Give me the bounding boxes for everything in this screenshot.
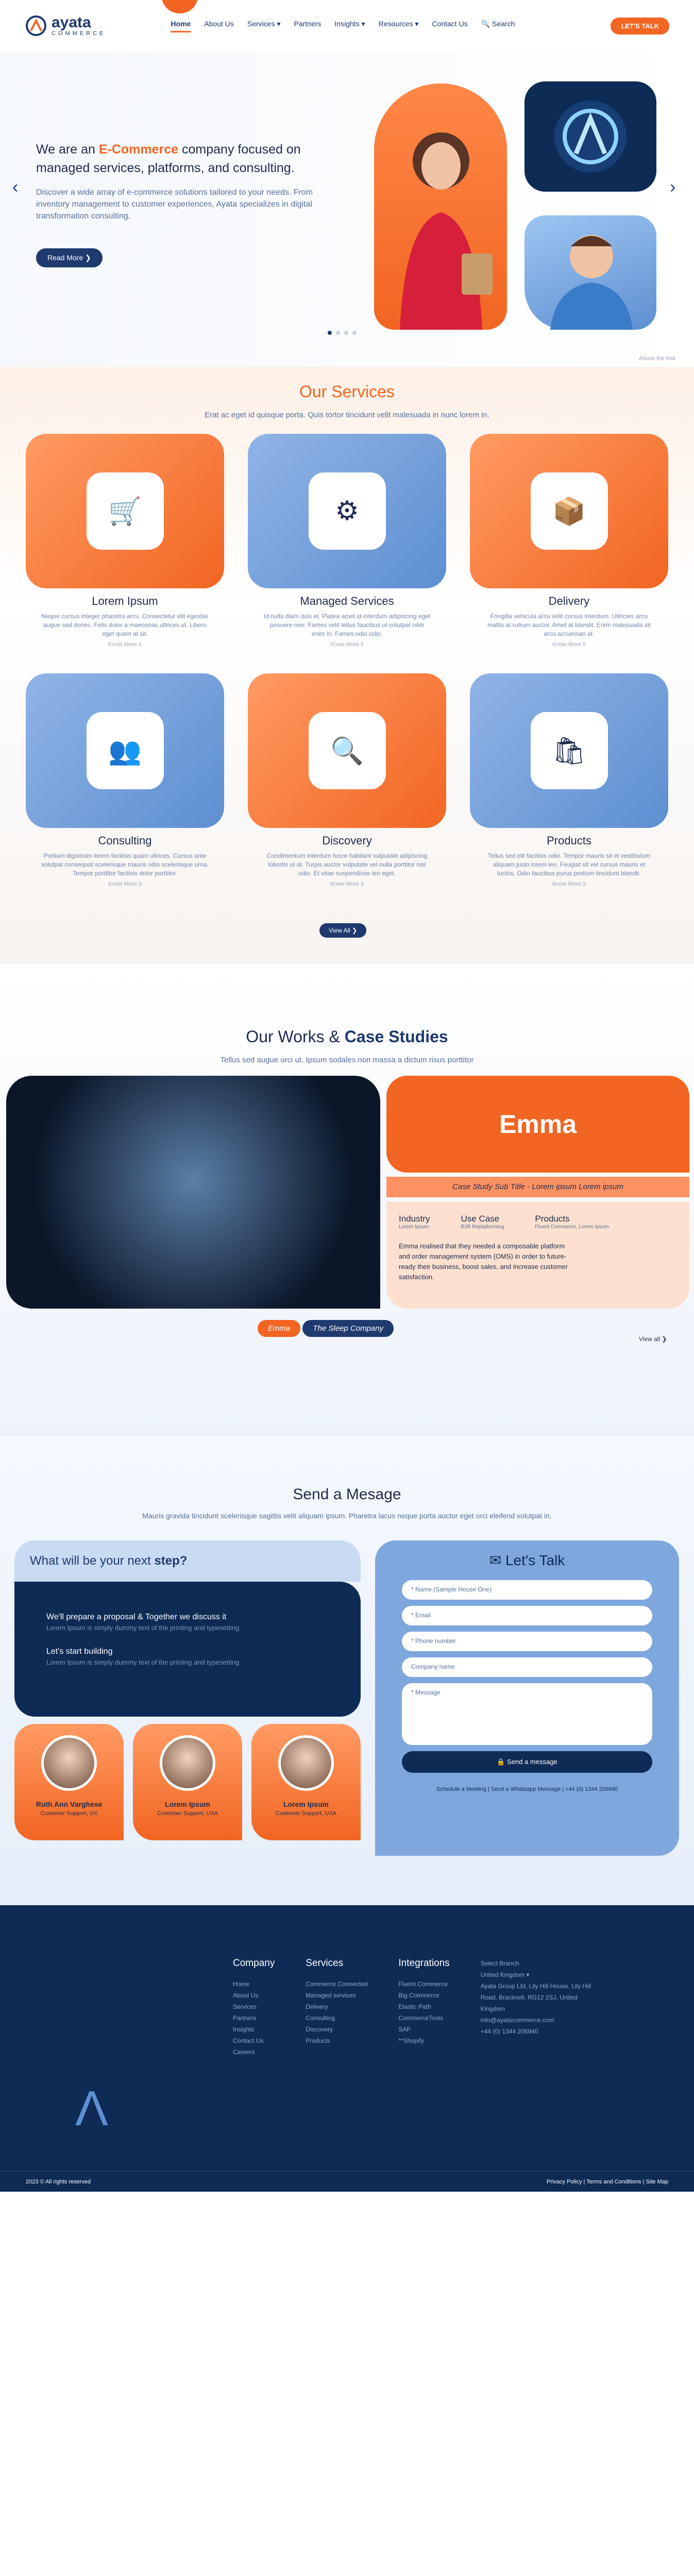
hero-man-image <box>524 215 656 330</box>
know-more-link[interactable]: Know More 3 <box>470 881 668 887</box>
ayata-glow-icon <box>524 81 656 192</box>
email-field[interactable]: * Email <box>402 1606 652 1625</box>
hero-pagination[interactable] <box>328 331 357 335</box>
person-card: Ruth Ann Varghese Customer Support, UX <box>14 1724 124 1840</box>
services-title: Our Services <box>299 382 395 401</box>
case-study-desc: Emma realised that they needed a composa… <box>399 1242 568 1281</box>
service-card[interactable]: 🛒 Lorem Ipsum Neque cursus integer pharetr… <box>26 434 224 648</box>
case-study-subtitle: Case Study Sub Title - Lorem ipsum Lorem… <box>386 1177 689 1197</box>
contact-form: ✉ Let's Talk * Name (Sample House One) *… <box>375 1540 679 1856</box>
managed-services-icon: ⚙ <box>308 472 386 550</box>
person-card: Lorem Ipsum Customer Support, UXA <box>251 1724 361 1840</box>
know-more-link[interactable]: Know More 3 <box>26 881 224 887</box>
tab-emma[interactable]: Emma <box>258 1320 301 1337</box>
header: ayata COMMERCE Home About Us Services ▾ P… <box>0 0 694 52</box>
read-more-button[interactable]: Read More ❯ <box>36 248 103 267</box>
next-step-heading: What will be your next step? <box>14 1540 361 1582</box>
message-section: Send a Mesage Mauris gravida tincidunt s… <box>0 1436 694 1905</box>
step-proposal: We'll prepare a proposal & Together we d… <box>46 1613 241 1632</box>
service-card[interactable]: 🛍 Products Tellus sed elit facilisis odio.… <box>470 673 668 887</box>
discovery-icon: 🔍 <box>308 712 386 789</box>
tab-sleep-company[interactable]: The Sleep Company <box>302 1320 394 1337</box>
know-more-link[interactable]: Know More 5 <box>470 641 668 648</box>
nav-resources[interactable]: Resources ▾ <box>379 20 419 32</box>
client-logo: Emma <box>386 1076 689 1173</box>
brand-sub: COMMERCE <box>52 30 106 37</box>
form-title: ✉ Let's Talk <box>489 1552 565 1568</box>
services-sub: Erat ac eget id quisque porta. Quis tort… <box>205 411 489 419</box>
case-study-tabs: Emma The Sleep Company <box>258 1320 394 1337</box>
nav-about[interactable]: About Us <box>204 20 234 32</box>
know-more-link[interactable]: Know More 5 <box>248 641 446 648</box>
hero-prev-arrow-icon[interactable]: ‹ <box>12 177 18 197</box>
avatar <box>278 1735 334 1791</box>
hero-caption: Above the fold <box>639 355 675 362</box>
service-card[interactable]: 📦 Delivery Fringilla vehicula arcu velit c… <box>470 434 668 648</box>
avatar <box>160 1735 215 1791</box>
name-field[interactable]: * Name (Sample House One) <box>402 1580 652 1600</box>
footer-dark: Λ Company Home About Us Services Partners Ins… <box>0 1905 694 2192</box>
steps-panel: We'll prepare a proposal & Together we d… <box>14 1582 361 1717</box>
service-card[interactable]: 👥 Consulting Pretium dignissim lorem facil… <box>26 673 224 887</box>
works-view-all-link[interactable]: View all ❯ <box>639 1335 667 1343</box>
hero-title: We are an E-Commerce company focused on … <box>36 142 301 175</box>
brand-name: ayata <box>52 14 91 31</box>
avatar <box>41 1735 97 1791</box>
hero-text: Discover a wide array of e-commerce solu… <box>36 188 313 221</box>
hero-next-arrow-icon[interactable]: › <box>670 177 675 197</box>
works-sub: Tellus sed augue orci ut. Ipsum sodales … <box>220 1056 474 1064</box>
phone-field[interactable]: * Phone number <box>402 1632 652 1651</box>
works-title: Our Works & Case Studies <box>246 1027 448 1046</box>
hero-woman-image <box>374 83 507 330</box>
nav-active-bubble <box>162 0 198 13</box>
nav-home[interactable]: Home <box>171 20 191 32</box>
ecommerce-icon: 🛒 <box>86 472 164 550</box>
case-study-info: Industry Lorem Ipsum Use Case B2B Replatfo… <box>386 1201 689 1309</box>
products-cart-icon: 🛍 <box>530 712 608 789</box>
use-case: Use Case B2B Replatforming <box>461 1214 504 1230</box>
service-card[interactable]: ⚙ Managed Services Id nulla diam duis et. … <box>248 434 446 648</box>
hero: ‹ › We are an E-Commerce company focused… <box>0 52 694 367</box>
message-field[interactable]: * Message <box>402 1683 652 1745</box>
send-message-button[interactable]: 🔒 Send a message <box>402 1751 652 1773</box>
ayata-footer-icon: Λ <box>75 2081 109 2136</box>
consulting-icon: 👥 <box>86 712 164 789</box>
message-sub: Mauris gravida tincidunt scelerisque sag… <box>142 1512 552 1520</box>
industry: Industry Lorem Ipsum <box>399 1214 430 1230</box>
services-grid: 🛒 Lorem Ipsum Neque cursus integer pharetr… <box>26 434 668 887</box>
ayata-logo-icon <box>26 15 46 36</box>
services-view-all-button[interactable]: View All ❯ <box>319 923 367 938</box>
team-cards: Ruth Ann Varghese Customer Support, UX Lo… <box>14 1724 361 1840</box>
person-card: Lorem Ipsum Customer Support, UXA <box>133 1724 242 1840</box>
service-card[interactable]: 🔍 Discovery Condimentum interdum fusce hab… <box>248 673 446 887</box>
step-build: Let's start building Lorem Ipsum is simpl… <box>46 1647 241 1666</box>
services-section: Our Services Erat ac eget id quisque por… <box>0 367 694 964</box>
main-nav: Home About Us Services ▾ Partners Insigh… <box>171 20 515 32</box>
know-more-link[interactable]: Know More 3 <box>248 881 446 887</box>
delivery-icon: 📦 <box>530 472 608 550</box>
nav-insights[interactable]: Insights ▾ <box>334 20 365 32</box>
nav-partners[interactable]: Partners <box>294 20 321 32</box>
products: Products Fluent Commerce, Lorem Ipsum <box>535 1214 609 1230</box>
message-title: Send a Mesage <box>293 1486 401 1503</box>
case-study-image <box>6 1076 380 1309</box>
works-section: Our Works & Case Studies Tellus sed augu… <box>0 964 694 1436</box>
company-field[interactable]: Company name <box>402 1657 652 1677</box>
nav-services[interactable]: Services ▾ <box>247 20 281 32</box>
nav-contact[interactable]: Contact Us <box>432 20 467 32</box>
know-more-link[interactable]: Know More 1 <box>26 641 224 648</box>
lets-talk-button[interactable]: LET'S TALK <box>611 17 669 35</box>
logo[interactable]: ayata COMMERCE <box>25 14 106 37</box>
nav-search[interactable]: 🔍 Search <box>481 20 515 32</box>
form-links[interactable]: Schedule a Meeting | Send a Whatsapp Mes… <box>402 1786 652 1792</box>
